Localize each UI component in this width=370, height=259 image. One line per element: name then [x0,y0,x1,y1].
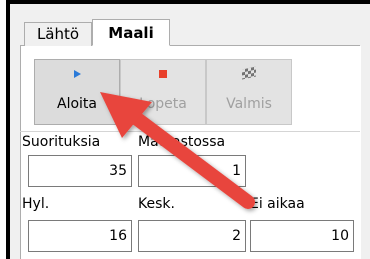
on-course-field: 1 [138,155,246,187]
on-course-label: Matkastossa [138,134,226,150]
start-button[interactable]: Aloita [34,59,120,125]
toolbar-divider [20,131,360,132]
stop-icon [159,70,167,78]
stop-button[interactable]: Lopeta [120,59,206,125]
start-button-label: Aloita [57,96,97,112]
performances-label: Suorituksia [22,134,101,150]
performances-field: 35 [28,155,132,187]
rejected-label: Hyl. [22,196,50,212]
finish-button-label: Valmis [226,96,272,112]
no-time-label: Ei aikaa [250,196,305,212]
play-icon [73,70,81,78]
abandoned-label: Kesk. [138,196,175,212]
rejected-field: 16 [28,220,132,252]
tab-bar: Lähtö Maali [20,18,360,46]
checkered-flag-icon [242,66,256,80]
tab-finish[interactable]: Maali [92,19,170,46]
stop-button-label: Lopeta [139,96,187,112]
abandoned-field: 2 [138,220,246,252]
finish-button[interactable]: Valmis [206,59,292,125]
tab-start[interactable]: Lähtö [24,22,92,46]
no-time-field: 10 [250,220,354,252]
